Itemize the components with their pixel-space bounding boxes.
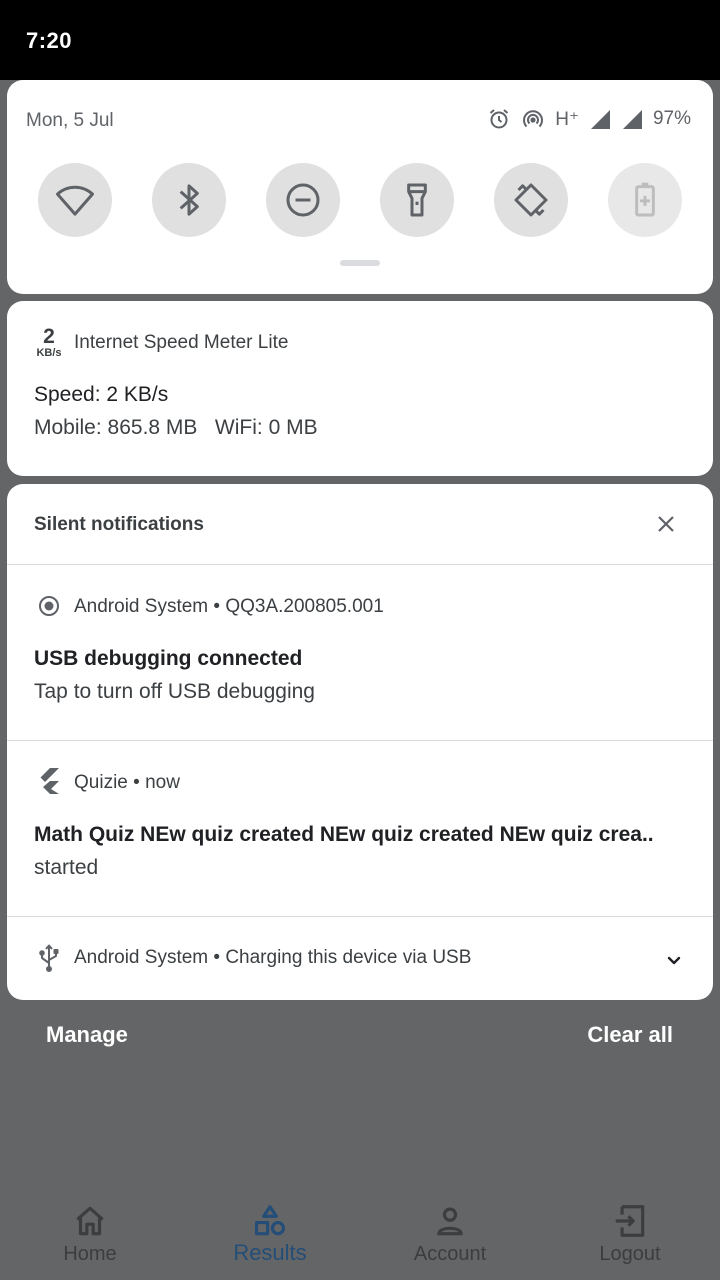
dismiss-silent-button[interactable] xyxy=(651,509,681,539)
usb-icon xyxy=(36,944,62,972)
battery-percent: 97% xyxy=(652,108,691,129)
notification-title: Math Quiz NEw quiz created NEw quiz crea… xyxy=(34,823,654,846)
home-icon xyxy=(76,1206,104,1236)
status-bar: 7:20 xyxy=(0,0,720,80)
signal-icon xyxy=(622,110,642,129)
nav-label-results: Results xyxy=(233,1240,307,1265)
status-time: 7:20 xyxy=(26,28,73,53)
tile-flashlight[interactable] xyxy=(380,163,454,237)
tile-bluetooth[interactable] xyxy=(152,163,226,237)
silent-notifications-card: Silent notifications Android System • QQ… xyxy=(7,484,713,1000)
usb-charging-notification[interactable]: Android System • Charging this device vi… xyxy=(7,917,713,1000)
auto-rotate-icon xyxy=(514,183,548,217)
notification-app-name: Internet Speed Meter Lite xyxy=(74,332,289,353)
person-icon xyxy=(437,1207,463,1236)
quizie-notification[interactable]: Quizie • now Math Quiz NEw quiz created … xyxy=(7,741,713,916)
wifi-icon xyxy=(56,185,94,216)
signal-icon xyxy=(590,110,610,129)
bottom-navigation: Home Results Account Logout xyxy=(0,1190,720,1280)
do-not-disturb-icon xyxy=(286,183,320,217)
qs-drag-handle[interactable] xyxy=(340,260,380,266)
tile-auto-rotate[interactable] xyxy=(494,163,568,237)
android-system-icon xyxy=(36,593,62,619)
speed-meter-icon-value: 2 xyxy=(43,325,55,348)
speed-meter-notification[interactable]: 2 KB/s Internet Speed Meter Lite Speed: … xyxy=(7,301,713,476)
bluetooth-icon xyxy=(179,184,199,216)
expand-button[interactable] xyxy=(664,950,684,970)
nav-item-account[interactable]: Account xyxy=(360,1190,540,1280)
shapes-icon xyxy=(254,1205,286,1236)
tile-wifi[interactable] xyxy=(38,163,112,237)
notification-header: Android System • Charging this device vi… xyxy=(74,947,472,968)
section-title: Silent notifications xyxy=(34,514,204,535)
nav-label-logout: Logout xyxy=(599,1243,661,1265)
chevron-down-icon xyxy=(667,956,681,965)
speed-meter-icon: 2 KB/s xyxy=(33,325,65,359)
qs-status-icons: H⁺ 97% xyxy=(487,107,691,131)
flutter-icon xyxy=(36,768,62,794)
logout-icon xyxy=(615,1205,645,1237)
flashlight-icon xyxy=(407,183,427,217)
qs-date[interactable]: Mon, 5 Jul xyxy=(26,110,114,132)
notification-title: Speed: 2 KB/s xyxy=(34,383,169,406)
clear-all-button[interactable]: Clear all xyxy=(587,1022,673,1048)
network-type-label: H⁺ xyxy=(555,108,579,130)
notification-title: USB debugging connected xyxy=(34,647,303,670)
alarm-icon xyxy=(490,109,509,129)
tile-battery-saver[interactable] xyxy=(608,163,682,237)
nav-item-logout[interactable]: Logout xyxy=(540,1190,720,1280)
nav-item-home[interactable]: Home xyxy=(0,1190,180,1280)
notification-text: started xyxy=(34,856,99,879)
notification-header: Quizie • now xyxy=(74,772,180,793)
usb-debugging-notification[interactable]: Android System • QQ3A.200805.001 USB deb… xyxy=(7,565,713,740)
quick-settings-tiles xyxy=(38,163,688,237)
tile-do-not-disturb[interactable] xyxy=(266,163,340,237)
notification-text: Mobile: 865.8 MB WiFi: 0 MB xyxy=(34,416,318,439)
speed-meter-icon-unit: KB/s xyxy=(36,347,62,359)
close-icon xyxy=(658,516,674,532)
nav-label-account: Account xyxy=(413,1243,487,1265)
nav-label-home: Home xyxy=(63,1243,117,1265)
manage-button[interactable]: Manage xyxy=(46,1022,128,1048)
battery-saver-icon xyxy=(635,182,655,217)
hotspot-icon xyxy=(523,110,544,128)
quick-settings-panel: Mon, 5 Jul H⁺ 97% xyxy=(7,80,713,294)
notification-header: Android System • QQ3A.200805.001 xyxy=(74,596,384,617)
nav-item-results[interactable]: Results xyxy=(180,1190,360,1280)
notification-text: Tap to turn off USB debugging xyxy=(34,680,315,703)
